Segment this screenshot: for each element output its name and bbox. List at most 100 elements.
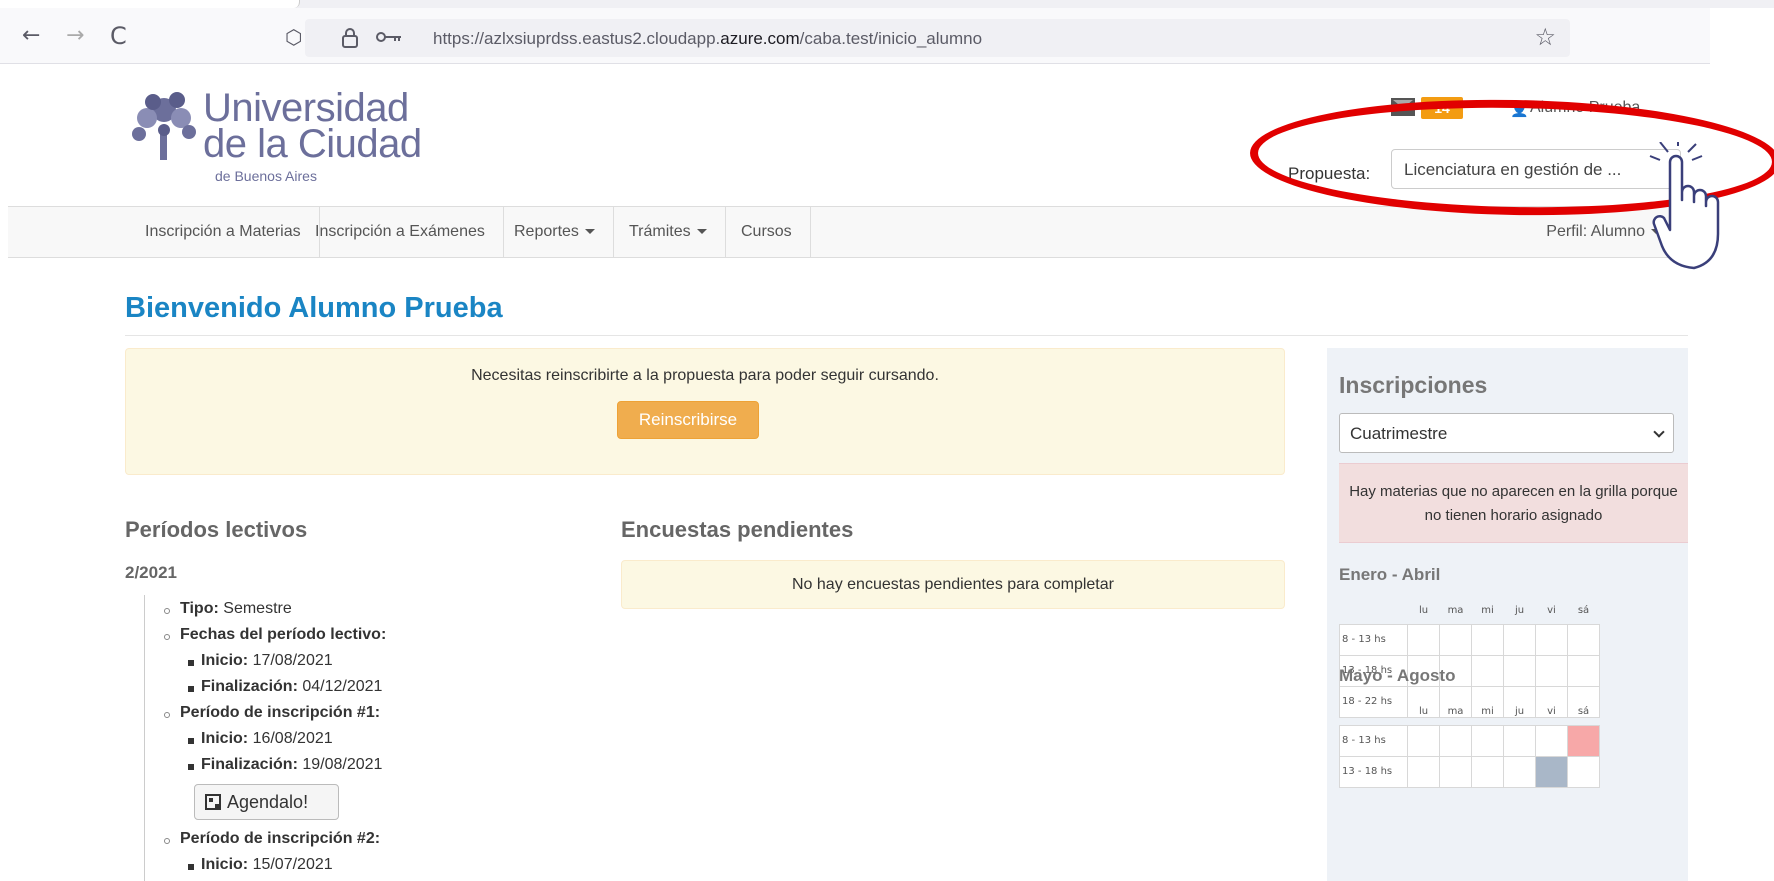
menu-label: Trámites <box>629 223 691 240</box>
menu-inscripcion-materias[interactable]: Inscripción a Materias <box>127 207 320 257</box>
bullet-circle <box>164 712 170 718</box>
day-header: ju <box>1514 706 1525 718</box>
fechas-inicio: Inicio: 17/08/2021 <box>201 652 333 669</box>
occupied-cell[interactable] <box>1567 724 1600 757</box>
bullet-circle <box>164 608 170 614</box>
day-header: ma <box>1447 706 1464 718</box>
period1-title: Enero - Abril <box>1339 565 1441 584</box>
menu-cursos[interactable]: Cursos <box>723 207 811 257</box>
bullet-square <box>188 864 194 870</box>
grid-cell <box>1407 724 1440 757</box>
active-tab[interactable] <box>0 0 300 8</box>
grid-cell <box>1471 724 1504 757</box>
grid-corner <box>1340 598 1408 624</box>
grid-cell <box>1535 654 1568 687</box>
periodo-select[interactable]: Cuatrimestre <box>1339 413 1674 453</box>
periodos-heading: Períodos lectivos <box>125 517 308 542</box>
fechas-item: Fechas del período lectivo: <box>180 626 387 643</box>
page-title: Bienvenido Alumno Prueba <box>125 292 503 324</box>
grilla-warning: Hay materias que no aparecen en la grill… <box>1339 463 1688 543</box>
menu-inscripcion-examenes[interactable]: Inscripción a Exámenes <box>297 207 504 257</box>
occupied-cell[interactable] <box>1535 755 1568 788</box>
qr-code-icon <box>205 794 221 810</box>
browser-toolbar: ← → C ⬡ https://azlxsiuprdss.eastus2.clo… <box>0 8 1774 64</box>
grid-cell <box>1471 654 1504 687</box>
menu-reportes[interactable]: Reportes <box>496 207 614 257</box>
day-header: mi <box>1481 605 1494 617</box>
agendalo-button[interactable]: Agendalo! <box>194 784 339 820</box>
encuestas-heading: Encuestas pendientes <box>621 517 854 542</box>
bullet-square <box>188 738 194 744</box>
caret-down-icon <box>584 229 595 235</box>
reload-icon[interactable]: C <box>110 22 127 50</box>
encuestas-alert: No hay encuestas pendientes para complet… <box>621 560 1285 609</box>
grid-cell <box>1567 654 1600 687</box>
insc1-finalizacion: Finalización: 19/08/2021 <box>201 756 383 773</box>
messages-badge[interactable]: 14 <box>1421 97 1463 119</box>
grid-row: 8 - 13 hs <box>1339 724 1600 757</box>
grid-cell <box>1503 724 1536 757</box>
envelope-icon[interactable] <box>1391 98 1415 116</box>
grid-header-row: lu ma mi ju vi sá <box>1340 598 1600 624</box>
propuesta-select[interactable]: Licenciatura en gestión de ... <box>1391 149 1681 189</box>
grid-cell <box>1439 623 1472 656</box>
logo-line-3: de Buenos Aires <box>215 168 317 184</box>
user-icon: 👤 <box>1510 100 1529 118</box>
user-name-link[interactable]: Alumno Prueba <box>1530 99 1640 117</box>
day-header: ma <box>1447 605 1464 617</box>
time-slot-label: 13 - 18 hs <box>1339 755 1408 788</box>
tree-logo-icon <box>132 92 196 160</box>
grid-cell <box>1503 755 1536 788</box>
grid-cell <box>1535 623 1568 656</box>
bullet-circle <box>164 838 170 844</box>
university-logo[interactable]: Universidad de la Ciudad de Buenos Aires <box>131 86 422 184</box>
period2-title: Mayo - Agosto <box>1339 666 1456 685</box>
bookmark-star-icon[interactable]: ☆ <box>1534 23 1556 51</box>
pointing-hand-icon <box>1649 142 1720 270</box>
reinscribirse-button[interactable]: Reinscribirse <box>617 401 759 439</box>
day-header: lu <box>1418 605 1429 617</box>
main-menu: Inscripción a Materias Inscripción a Exá… <box>8 206 1694 258</box>
insc1-inicio: Inicio: 16/08/2021 <box>201 730 333 747</box>
period-year: 2/2021 <box>125 563 177 582</box>
grid-cell <box>1407 623 1440 656</box>
day-header: vi <box>1547 605 1556 617</box>
grid-cell <box>1503 623 1536 656</box>
chevron-down-icon <box>1653 426 1665 438</box>
shield-icon: ⬡ <box>285 25 303 49</box>
site-header: Universidad de la Ciudad de Buenos Aires… <box>0 64 1700 206</box>
tipo-item: Tipo: Semestre <box>180 600 292 617</box>
time-slot-label: 8 - 13 hs <box>1339 623 1408 656</box>
inscripcion-1-item: Período de inscripción #1: <box>180 704 381 721</box>
url-bar[interactable]: ⬡ https://azlxsiuprdss.eastus2.cloudapp.… <box>285 19 1570 57</box>
perfil-label: Perfil: Alumno <box>1546 223 1645 240</box>
back-icon[interactable]: ← <box>22 22 40 50</box>
propuesta-label: Propuesta: <box>1288 164 1371 183</box>
grid-cell <box>1471 755 1504 788</box>
menu-tramites[interactable]: Trámites <box>611 207 726 257</box>
menu-label: Reportes <box>514 223 579 240</box>
grid-cell <box>1407 755 1440 788</box>
list-guide-line <box>144 595 145 881</box>
bullet-square <box>188 686 194 692</box>
perfil-dropdown[interactable]: Perfil: Alumno <box>1546 207 1661 257</box>
insc2-inicio: Inicio: 15/07/2021 <box>201 856 333 873</box>
grid-cell <box>1439 724 1472 757</box>
agendalo-label: Agendalo! <box>227 792 309 812</box>
inscripciones-sidebar: Inscripciones Cuatrimestre Hay materias … <box>1327 348 1688 881</box>
lock-icon[interactable] <box>341 27 359 54</box>
menu-label: Inscripción a Materias <box>145 223 301 240</box>
day-header: mi <box>1481 706 1494 718</box>
reinscripcion-message: Necesitas reinscribirte a la propuesta p… <box>471 367 939 384</box>
forward-icon[interactable]: → <box>66 22 84 50</box>
fechas-finalizacion: Finalización: 04/12/2021 <box>201 678 383 695</box>
grid-cell <box>1567 623 1600 656</box>
key-icon[interactable] <box>375 27 403 52</box>
url-text[interactable]: https://azlxsiuprdss.eastus2.cloudapp.az… <box>433 29 982 49</box>
menu-label: Inscripción a Exámenes <box>315 223 485 240</box>
grid-cell <box>1535 724 1568 757</box>
time-slot-label: 8 - 13 hs <box>1339 724 1408 757</box>
day-header: vi <box>1547 706 1556 718</box>
inscripcion-2-item: Período de inscripción #2: <box>180 830 381 847</box>
grid-corner <box>1340 699 1408 725</box>
